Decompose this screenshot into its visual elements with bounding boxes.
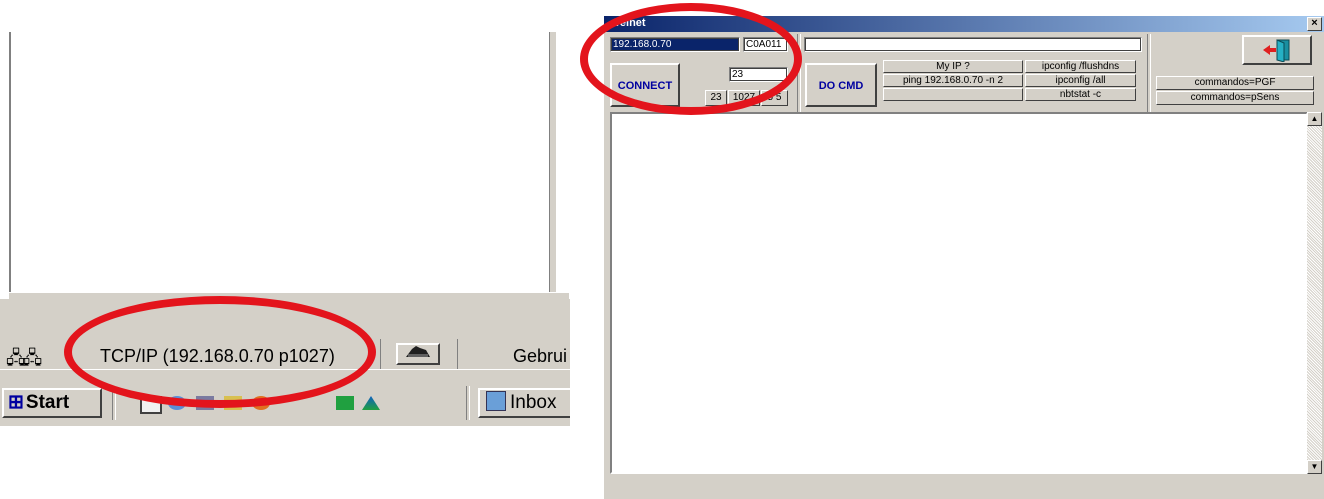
status-separator: [455, 339, 458, 369]
output-scrollbar[interactable]: ▲ ▼: [1307, 112, 1322, 474]
group-separator: [1147, 34, 1151, 114]
flushdns-button[interactable]: ipconfig /flushdns: [1025, 60, 1136, 73]
port-23-button[interactable]: 23: [705, 90, 727, 106]
command-input[interactable]: [804, 37, 1142, 52]
taskbar-inbox-button[interactable]: Inbox: [478, 388, 570, 418]
title-bar[interactable]: Telnet ×: [604, 16, 1324, 32]
commandos-pgf-button[interactable]: commandos=PGF: [1156, 76, 1314, 90]
do-cmd-button[interactable]: DO CMD: [805, 63, 877, 107]
quicklaunch-app-icon[interactable]: [196, 396, 214, 410]
quicklaunch-green-icon[interactable]: [336, 396, 354, 410]
ipconfig-all-button[interactable]: ipconfig /all: [1025, 74, 1136, 87]
start-button[interactable]: ⊞ Start: [2, 388, 102, 418]
scrollbar[interactable]: [549, 32, 556, 294]
inbox-label: Inbox: [510, 392, 557, 413]
empty-command-button[interactable]: [883, 88, 1023, 101]
ping-button[interactable]: ping 192.168.0.70 -n 2: [883, 74, 1023, 87]
close-button[interactable]: ×: [1307, 17, 1322, 31]
scroll-up-icon[interactable]: ▲: [1307, 112, 1322, 126]
telnet-output-area[interactable]: [610, 112, 1308, 474]
ip-address-input[interactable]: 192.168.0.70: [610, 37, 740, 52]
scroll-down-icon[interactable]: ▼: [1307, 460, 1322, 474]
quicklaunch-mountain-icon[interactable]: [362, 396, 380, 410]
background-app-crop: 🖧🖧 TCP/IP (192.168.0.70 p1027) Gebrui ⊞ S…: [0, 0, 570, 426]
modem-icon: [406, 346, 430, 357]
commandos-psens-button[interactable]: commandos=pSens: [1156, 91, 1314, 105]
exit-button[interactable]: [1242, 35, 1312, 65]
quicklaunch-folder-icon[interactable]: [224, 396, 242, 410]
windows-flag-icon: ⊞: [8, 392, 24, 413]
inbox-icon: [486, 391, 506, 411]
quicklaunch-browser-icon[interactable]: [168, 396, 186, 410]
window-border: [9, 32, 11, 294]
my-ip-button[interactable]: My IP ?: [883, 60, 1023, 73]
port-55-button[interactable]: 5 5: [761, 90, 788, 106]
quicklaunch-media-icon[interactable]: [252, 396, 270, 410]
quicklaunch-desktop-icon[interactable]: [140, 396, 162, 414]
taskbar: ⊞ Start Inbox: [0, 369, 570, 426]
connection-status-text: TCP/IP (192.168.0.70 p1027): [100, 346, 335, 366]
exit-door-icon: [1263, 39, 1290, 63]
taskbar-separator: [112, 386, 116, 420]
port-1027-button[interactable]: 1027: [728, 90, 760, 106]
hex-code-input[interactable]: C0A011: [743, 37, 788, 52]
start-label: Start: [25, 392, 70, 413]
status-modem-button[interactable]: [396, 343, 440, 365]
connect-button[interactable]: CONNECT: [610, 63, 680, 107]
group-separator: [797, 34, 801, 114]
status-bar: 🖧🖧 TCP/IP (192.168.0.70 p1027) Gebrui: [0, 299, 570, 369]
status-user-text: Gebrui: [513, 346, 568, 366]
nbtstat-button[interactable]: nbtstat -c: [1025, 88, 1136, 101]
window-title: Telnet: [614, 17, 646, 29]
port-input[interactable]: 23: [729, 67, 788, 82]
telnet-window: Telnet × 192.168.0.70 C0A011 CONNECT 23 …: [604, 16, 1324, 499]
taskbar-separator: [466, 386, 470, 420]
